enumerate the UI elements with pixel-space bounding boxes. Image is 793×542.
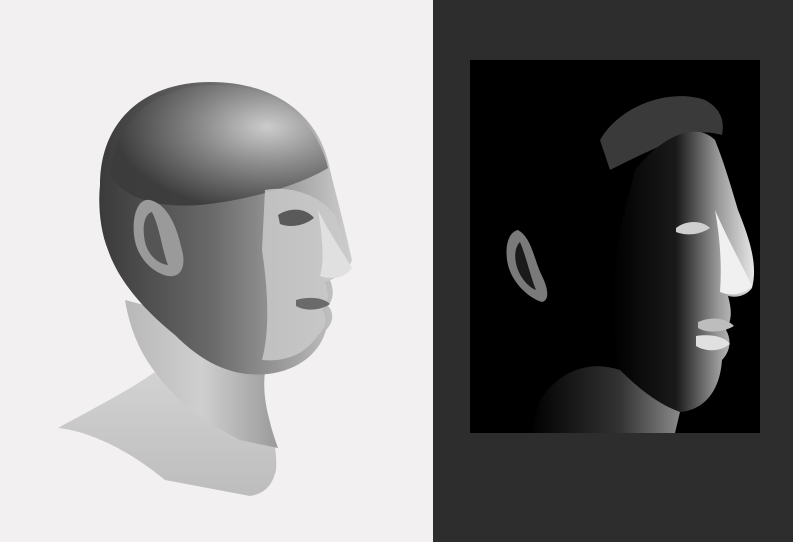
head-render-illustration: [0, 0, 433, 542]
portrait-illustration: [470, 60, 760, 433]
comparison-stage: [0, 0, 793, 542]
photo-panel: [433, 0, 793, 542]
render-panel: [0, 0, 433, 542]
portrait-photo: [470, 60, 760, 433]
